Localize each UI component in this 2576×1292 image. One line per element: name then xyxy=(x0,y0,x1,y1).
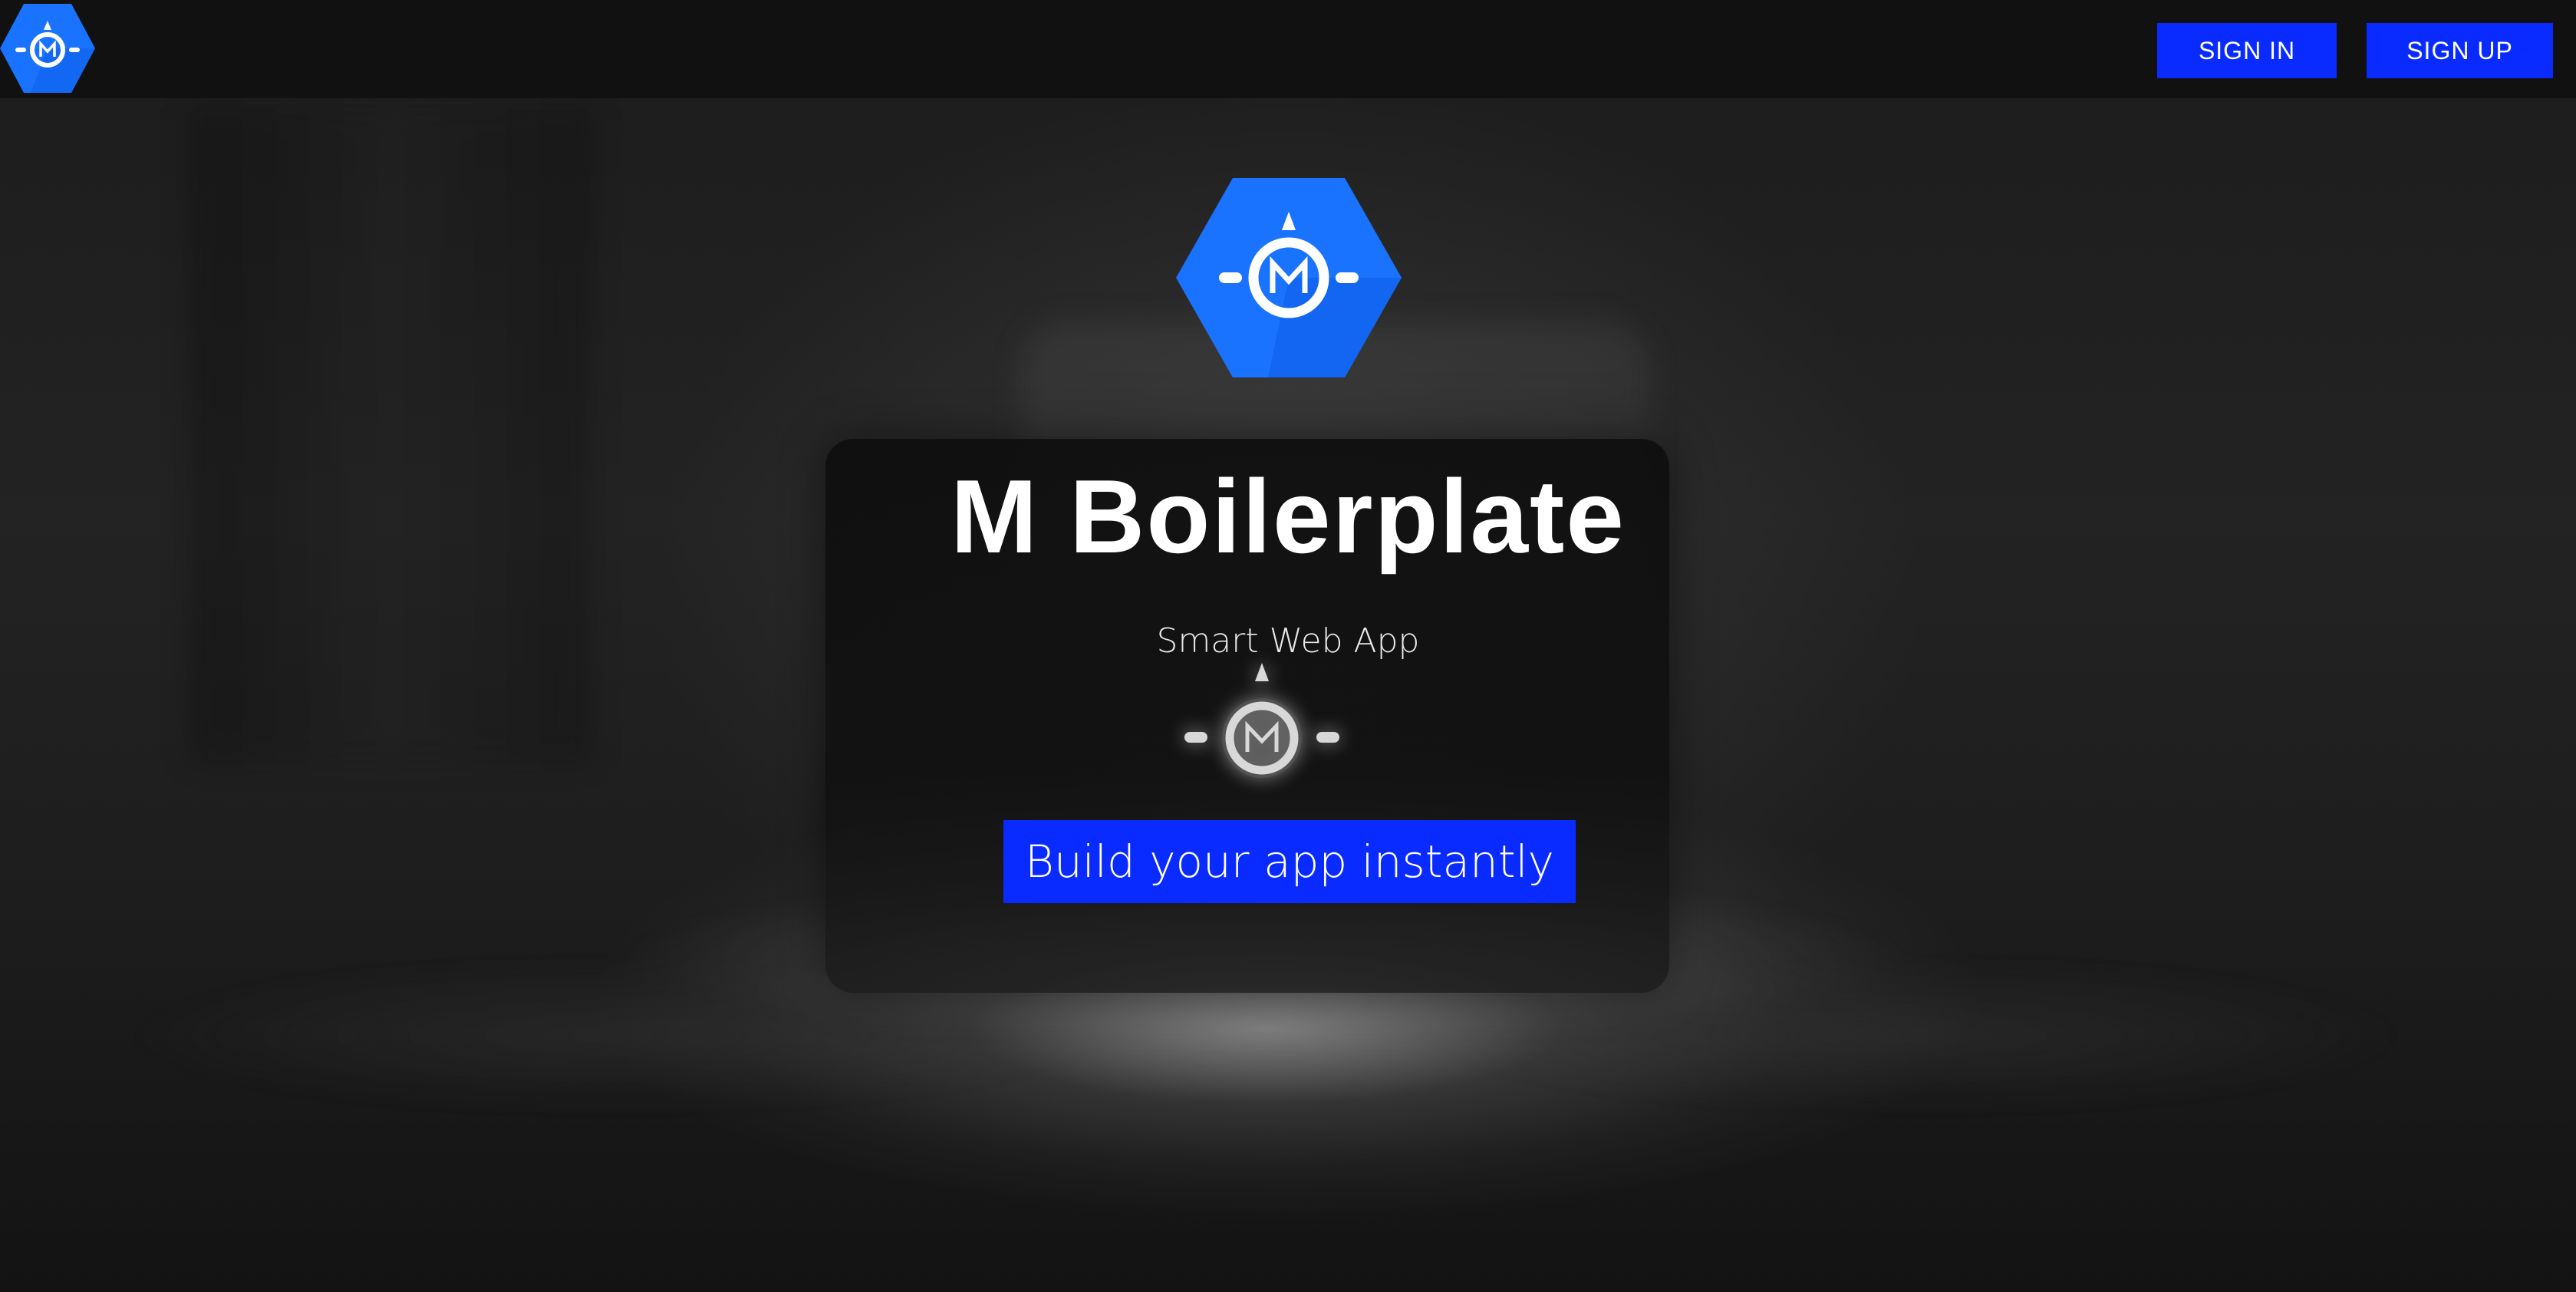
build-app-button[interactable]: Build your app instantly xyxy=(1003,820,1576,903)
m-compass-mark-icon xyxy=(1181,661,1342,792)
page-subtitle: Smart Web App xyxy=(1156,621,1420,661)
hero-logo-icon xyxy=(1176,176,1402,379)
background-shadow xyxy=(192,107,591,760)
sign-in-button[interactable]: SIGN IN xyxy=(2157,23,2337,78)
top-header: SIGN IN SIGN UP xyxy=(0,0,2576,98)
header-logo-icon[interactable] xyxy=(0,2,95,94)
page-title: M Boilerplate xyxy=(950,458,1626,575)
sign-up-button[interactable]: SIGN UP xyxy=(2367,23,2553,78)
landing-page: SIGN IN SIGN UP M Boilerplate Smart Web … xyxy=(0,0,2576,1292)
